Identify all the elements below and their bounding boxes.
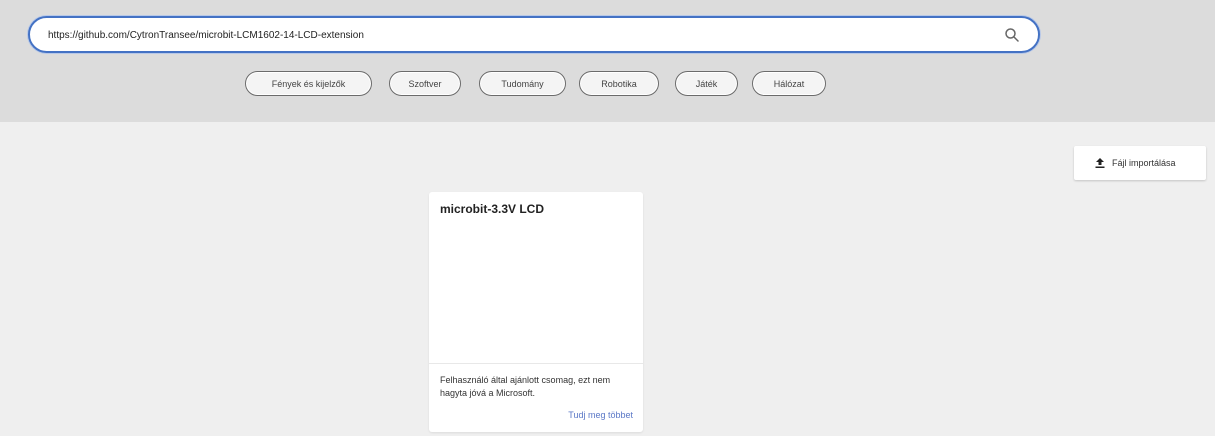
card-divider [429,363,643,364]
extension-search-header: Fények és kijelzők Szoftver Tudomány Rob… [0,0,1215,122]
import-file-label: Fájl importálása [1112,158,1176,168]
user-provided-warning: Felhasználó által ajánlott csomag, ezt n… [440,375,611,398]
chip-game[interactable]: Játék [675,71,738,96]
chip-software[interactable]: Szoftver [389,71,461,96]
upload-icon [1095,158,1105,168]
extension-card[interactable]: microbit-3.3V LCD Felhasználó által aján… [429,192,643,432]
search-icon[interactable] [1004,27,1020,43]
chip-lights-displays[interactable]: Fények és kijelzők [245,71,372,96]
chip-network[interactable]: Hálózat [752,71,826,96]
import-file-button[interactable]: Fájl importálása [1074,146,1206,180]
chip-robotics[interactable]: Robotika [579,71,659,96]
category-chips: Fények és kijelzők Szoftver Tudomány Rob… [0,71,1215,97]
chip-science[interactable]: Tudomány [479,71,566,96]
search-box[interactable] [28,16,1040,53]
extension-card-title: microbit-3.3V LCD [440,202,545,216]
learn-more-link[interactable]: Tudj meg többet [568,410,633,420]
search-input[interactable] [48,26,988,44]
